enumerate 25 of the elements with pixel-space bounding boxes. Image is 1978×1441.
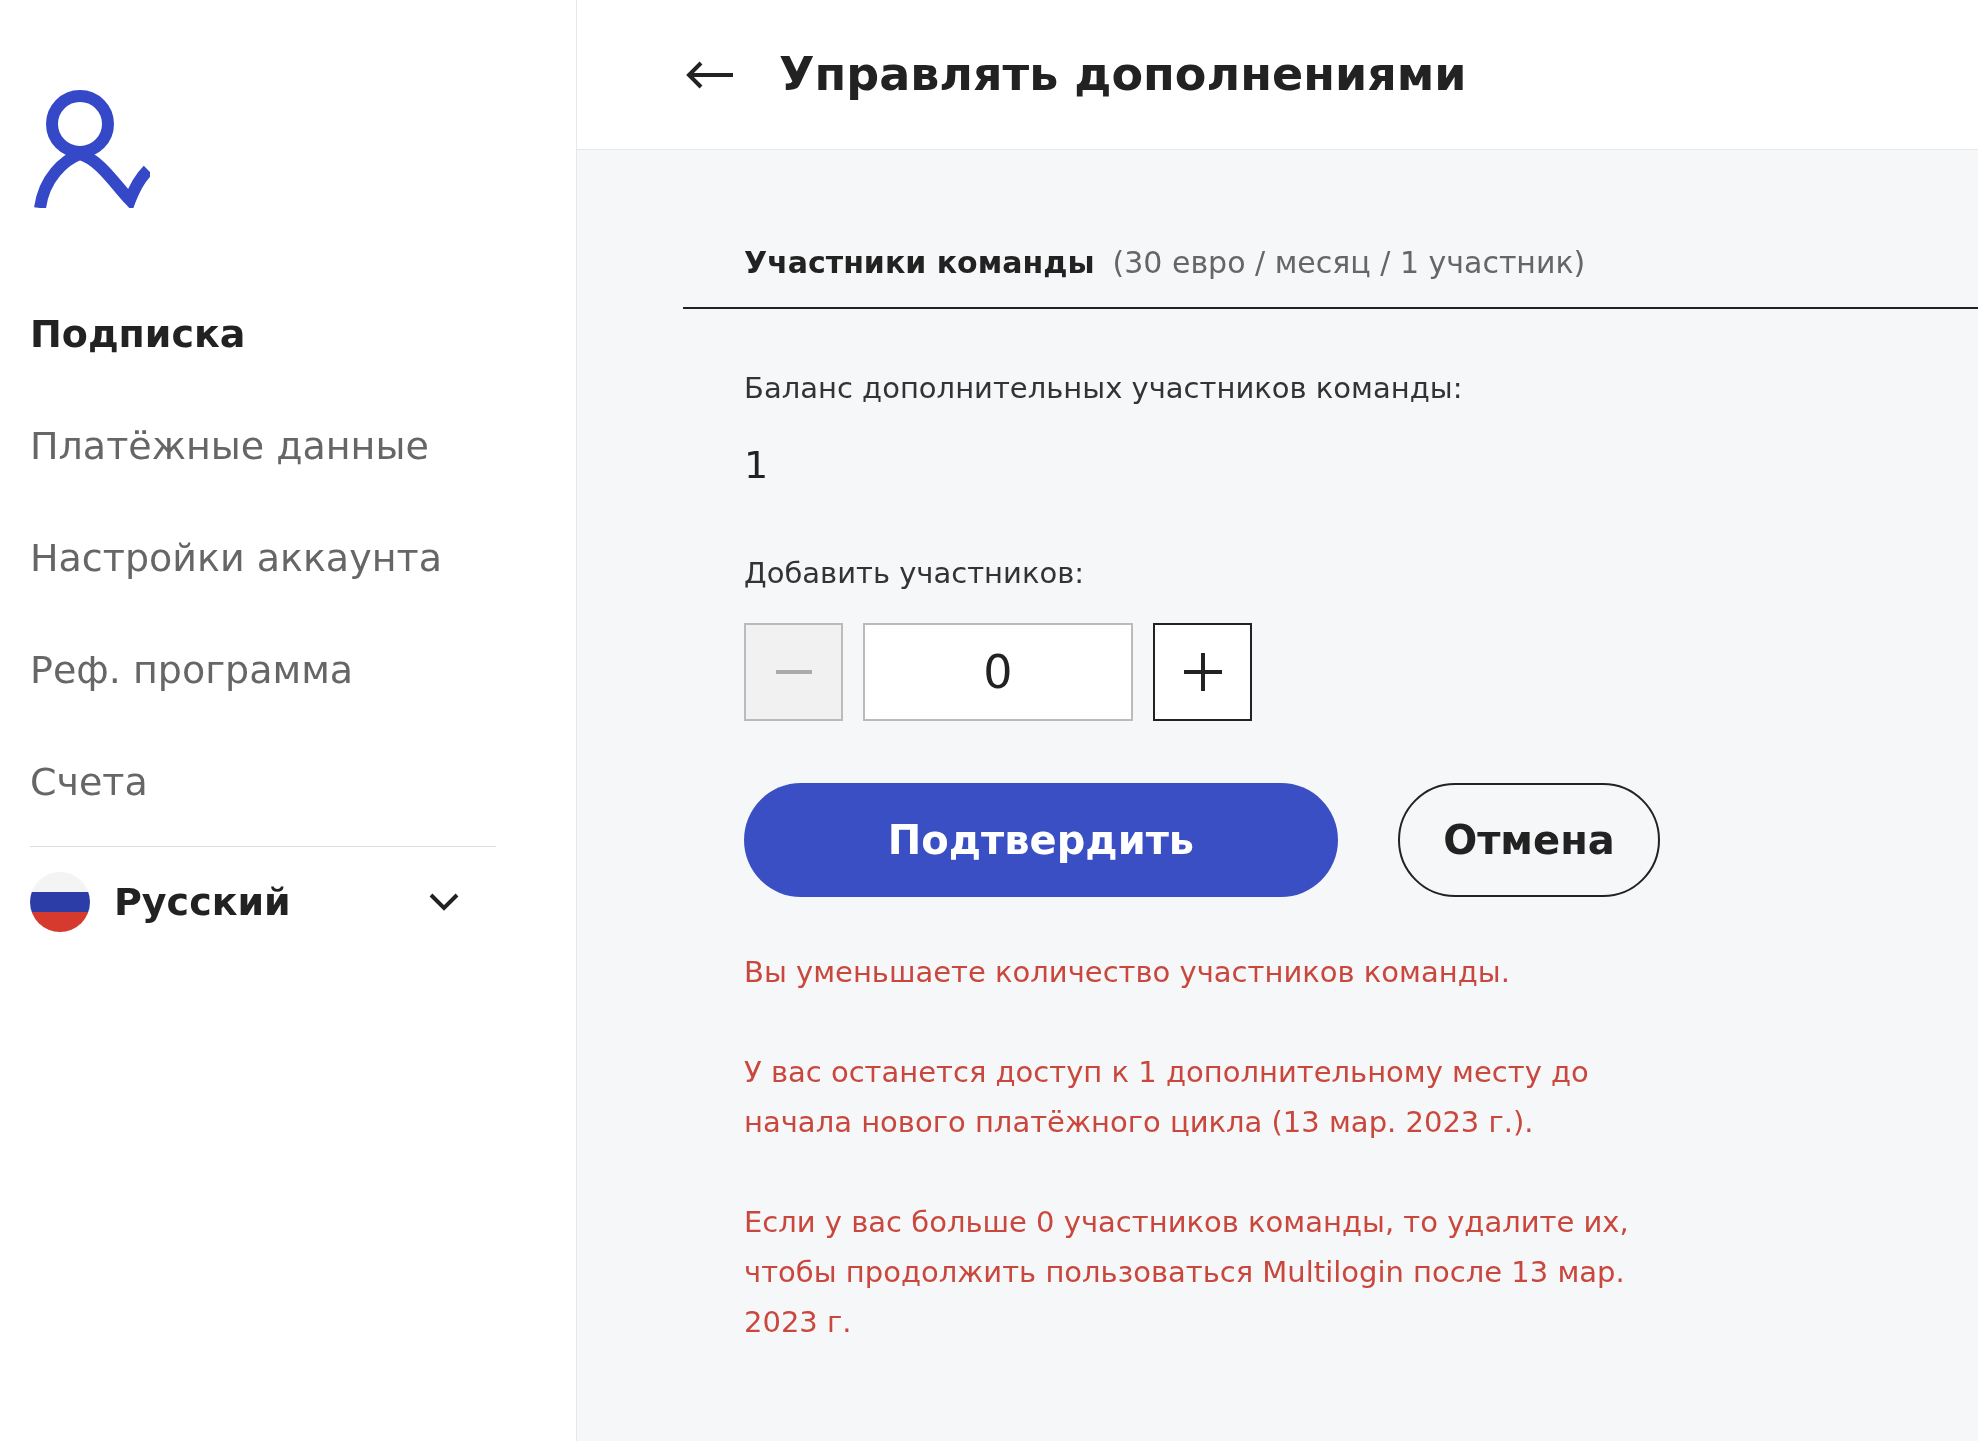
logo-icon <box>34 88 150 208</box>
sidebar-item[interactable]: Реф. программа <box>30 614 500 726</box>
plus-icon <box>1183 653 1222 691</box>
quantity-field[interactable]: 0 <box>863 623 1133 721</box>
minus-icon <box>775 670 812 674</box>
language-selector[interactable]: Русский <box>30 847 460 957</box>
price-label: (30 евро / месяц / 1 участник) <box>1112 244 1586 282</box>
back-arrow-icon[interactable] <box>685 59 735 90</box>
sidebar-item[interactable]: Счета <box>30 726 500 838</box>
section-title: Участники команды <box>744 244 1095 282</box>
section-tab[interactable]: Участники команды (30 евро / месяц / 1 участник) <box>683 240 1978 309</box>
balance-value: 1 <box>744 441 770 489</box>
balance-label: Баланс дополнительных участников команды: <box>744 370 1464 407</box>
cancel-button[interactable]: Отмена <box>1398 783 1660 897</box>
sidebar-item[interactable]: Платёжные данные <box>30 390 500 502</box>
warning-text: Если у вас больше 0 участников команды, то удалите их, чтобы продолжить пользоваться Multilogin после 13 мар. 2023 г. <box>744 1204 1630 1341</box>
add-label: Добавить участников: <box>744 554 1086 592</box>
sidebar-item[interactable]: Подписка <box>30 278 500 390</box>
page-title: Управлять дополнениями <box>779 46 1467 103</box>
confirm-button[interactable]: Подтвердить <box>744 783 1338 897</box>
increment-button[interactable] <box>1153 623 1252 721</box>
warning-text: У вас останется доступ к 1 дополнительному месту до начала нового платёжного цикла (13 мар. 2023 г.). <box>744 1054 1590 1141</box>
warning-text: Вы уменьшаете количество участников команды. <box>744 954 1511 991</box>
sidebar-item[interactable]: Настройки аккаунта <box>30 502 500 614</box>
flag-icon <box>30 872 90 932</box>
